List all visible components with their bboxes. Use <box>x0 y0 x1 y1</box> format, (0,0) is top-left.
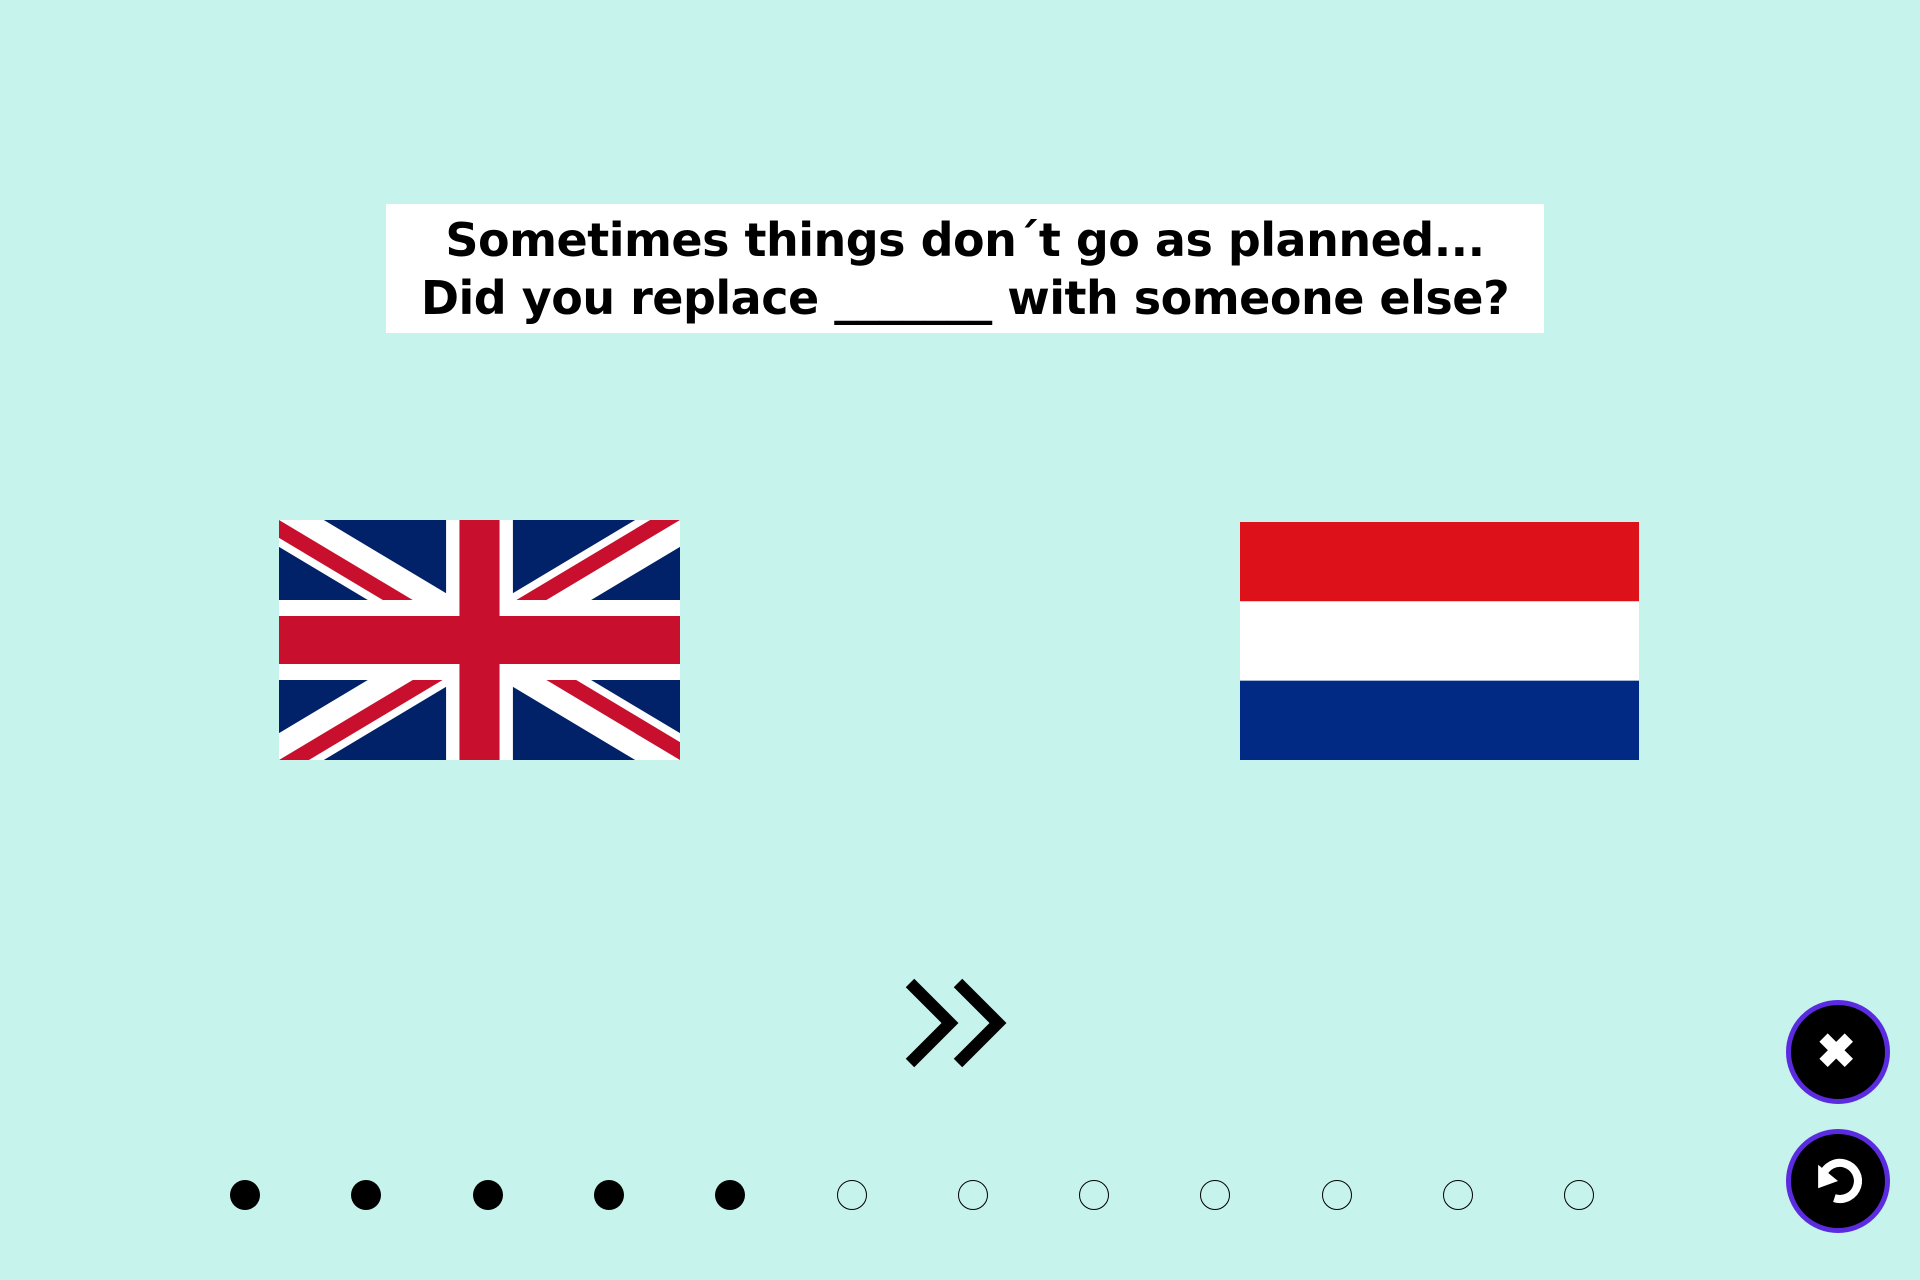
progress-dot-pending <box>958 1180 988 1210</box>
progress-dot-pending <box>1200 1180 1230 1210</box>
progress-dot-completed <box>473 1180 503 1210</box>
progress-dot-completed <box>715 1180 745 1210</box>
close-button[interactable] <box>1786 1000 1890 1104</box>
question-line-2: Did you replace _______ with someone els… <box>420 270 1510 325</box>
double-chevron-right-icon <box>905 978 1007 1068</box>
progress-dots <box>230 1178 1630 1212</box>
option-netherlands-flag[interactable] <box>1240 522 1639 760</box>
restart-button[interactable] <box>1786 1129 1890 1233</box>
progress-dot-completed <box>230 1180 260 1210</box>
question-box: Sometimes things don´t go as planned... … <box>386 204 1544 333</box>
progress-dot-pending <box>837 1180 867 1210</box>
progress-dot-pending <box>1564 1180 1594 1210</box>
netherlands-flag-icon <box>1240 522 1639 760</box>
progress-dot-pending <box>1322 1180 1352 1210</box>
close-icon <box>1819 1033 1854 1068</box>
option-uk-flag[interactable] <box>279 520 680 760</box>
progress-dot-completed <box>594 1180 624 1210</box>
next-button[interactable] <box>900 975 1016 1071</box>
uk-flag-icon <box>279 520 680 760</box>
progress-dot-pending <box>1443 1180 1473 1210</box>
progress-dot-completed <box>351 1180 381 1210</box>
progress-dot-pending <box>1079 1180 1109 1210</box>
question-line-1: Sometimes things don´t go as planned... <box>445 212 1485 267</box>
restart-icon <box>1818 1158 1863 1204</box>
